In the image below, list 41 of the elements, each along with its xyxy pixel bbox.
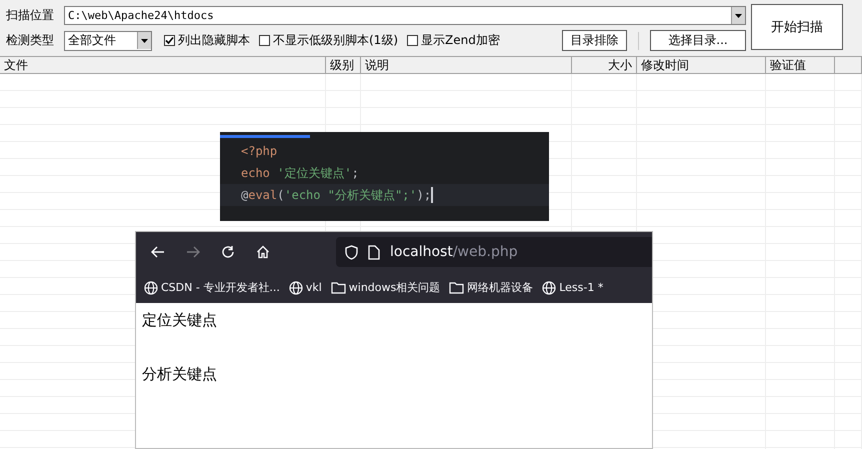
column-header[interactable]: 大小 xyxy=(572,57,637,73)
address-bar[interactable]: localhost/web.php xyxy=(336,237,652,267)
start-scan-button[interactable]: 开始扫描 xyxy=(751,4,843,50)
page-icon xyxy=(368,244,380,260)
column-header[interactable]: 验证值 xyxy=(766,57,835,73)
code-line: <?php xyxy=(240,143,278,160)
home-icon[interactable] xyxy=(256,245,270,259)
exclude-dirs-button[interactable]: 目录排除 xyxy=(562,30,627,51)
column-header[interactable]: 文件 xyxy=(0,57,326,73)
bookmark-item[interactable]: Less-1 * xyxy=(542,280,604,294)
option-label: 显示Zend加密 xyxy=(421,32,500,49)
folder-icon xyxy=(449,281,464,294)
page-text: 定位关键点 xyxy=(142,311,218,331)
page-text: 分析关键点 xyxy=(142,365,218,385)
shield-icon[interactable] xyxy=(345,244,358,260)
bookmark-item[interactable]: vkl xyxy=(288,280,322,294)
column-header[interactable]: 级别 xyxy=(326,57,361,73)
option-label: 不显示低级别脚本(1级) xyxy=(273,32,398,49)
back-arrow-icon[interactable] xyxy=(151,246,165,258)
checkbox[interactable] xyxy=(259,35,270,46)
detect-type-label: 检测类型 xyxy=(6,32,55,49)
detect-type-select[interactable]: 全部文件 xyxy=(64,30,152,50)
option-label: 列出隐藏脚本 xyxy=(178,32,250,49)
forward-arrow-icon[interactable] xyxy=(186,246,200,258)
choose-dir-button[interactable]: 选择目录... xyxy=(650,30,746,51)
checkbox[interactable] xyxy=(407,35,418,46)
column-header[interactable]: 说明 xyxy=(361,57,572,73)
bookmark-item[interactable]: 网络机器设备 xyxy=(449,280,534,295)
column-header[interactable]: 修改时间 xyxy=(637,57,766,73)
folder-icon xyxy=(330,281,346,294)
globe-icon xyxy=(144,280,158,294)
globe-icon xyxy=(288,280,303,294)
reload-icon[interactable] xyxy=(221,245,235,259)
bookmark-item[interactable]: CSDN - 专业开发者社... xyxy=(144,280,280,295)
scan-location-label: 扫描位置 xyxy=(6,7,55,24)
globe-icon xyxy=(542,280,556,294)
bookmark-item[interactable]: windows相关问题 xyxy=(330,280,440,295)
url-text[interactable]: localhost/web.php xyxy=(390,244,518,260)
checkbox[interactable] xyxy=(164,35,175,46)
scan-location-combobox[interactable]: C:\web\Apache24\htdocs xyxy=(64,6,746,25)
code-line: echo '定位关键点'; xyxy=(240,164,360,182)
